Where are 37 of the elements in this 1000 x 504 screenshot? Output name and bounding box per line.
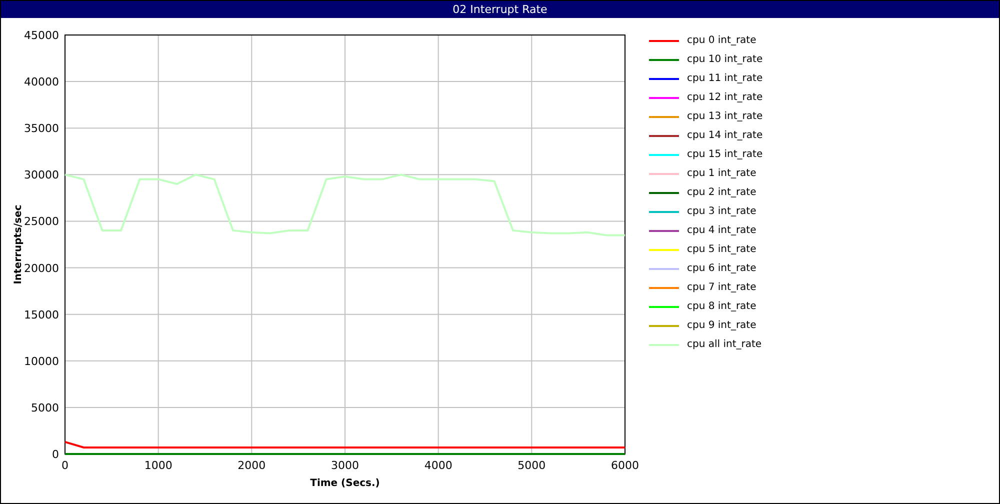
- legend-label: cpu 10 int_rate: [687, 54, 763, 65]
- y-tick-label: 5000: [31, 401, 59, 414]
- y-tick-label: 25000: [24, 215, 59, 228]
- legend-label: cpu 15 int_rate: [687, 149, 763, 160]
- y-tick-label: 15000: [24, 308, 59, 322]
- legend-label: cpu 11 int_rate: [687, 73, 763, 84]
- legend-label: cpu all int_rate: [687, 339, 762, 350]
- y-tick-label: 40000: [24, 76, 59, 89]
- x-tick-label: 3000: [331, 459, 359, 472]
- x-tick-label: 5000: [518, 459, 546, 472]
- legend-label: cpu 0 int_rate: [687, 35, 756, 46]
- x-tick-label: 4000: [424, 459, 452, 472]
- y-tick-label: 45000: [24, 29, 59, 42]
- legend-label: cpu 2 int_rate: [687, 187, 756, 198]
- x-tick-label: 1000: [144, 459, 172, 472]
- y-tick-label: 0: [52, 448, 59, 461]
- legend-label: cpu 14 int_rate: [687, 130, 763, 141]
- legend-label: cpu 6 int_rate: [687, 263, 756, 274]
- y-tick-label: 20000: [24, 262, 59, 275]
- y-tick-label: 35000: [24, 122, 59, 136]
- x-tick-label: 6000: [611, 459, 639, 472]
- y-axis-title: Interrupts/sec: [13, 204, 24, 284]
- legend-label: cpu 4 int_rate: [687, 225, 756, 236]
- legend-label: cpu 3 int_rate: [687, 206, 756, 217]
- x-tick-label: 2000: [238, 459, 266, 472]
- legend-label: cpu 13 int_rate: [687, 111, 763, 122]
- chart-title: 02 Interrupt Rate: [1, 1, 999, 18]
- x-tick-label: 0: [62, 459, 68, 472]
- legend-label: cpu 1 int_rate: [687, 168, 756, 179]
- legend-label: cpu 12 int_rate: [687, 92, 763, 103]
- x-axis-title: Time (Secs.): [310, 478, 380, 489]
- legend-label: cpu 5 int_rate: [687, 244, 756, 255]
- legend-label: cpu 8 int_rate: [687, 301, 756, 312]
- y-tick-label: 30000: [24, 168, 59, 182]
- legend-label: cpu 9 int_rate: [687, 320, 756, 331]
- legend-label: cpu 7 int_rate: [687, 282, 756, 293]
- y-tick-label: 10000: [24, 354, 59, 368]
